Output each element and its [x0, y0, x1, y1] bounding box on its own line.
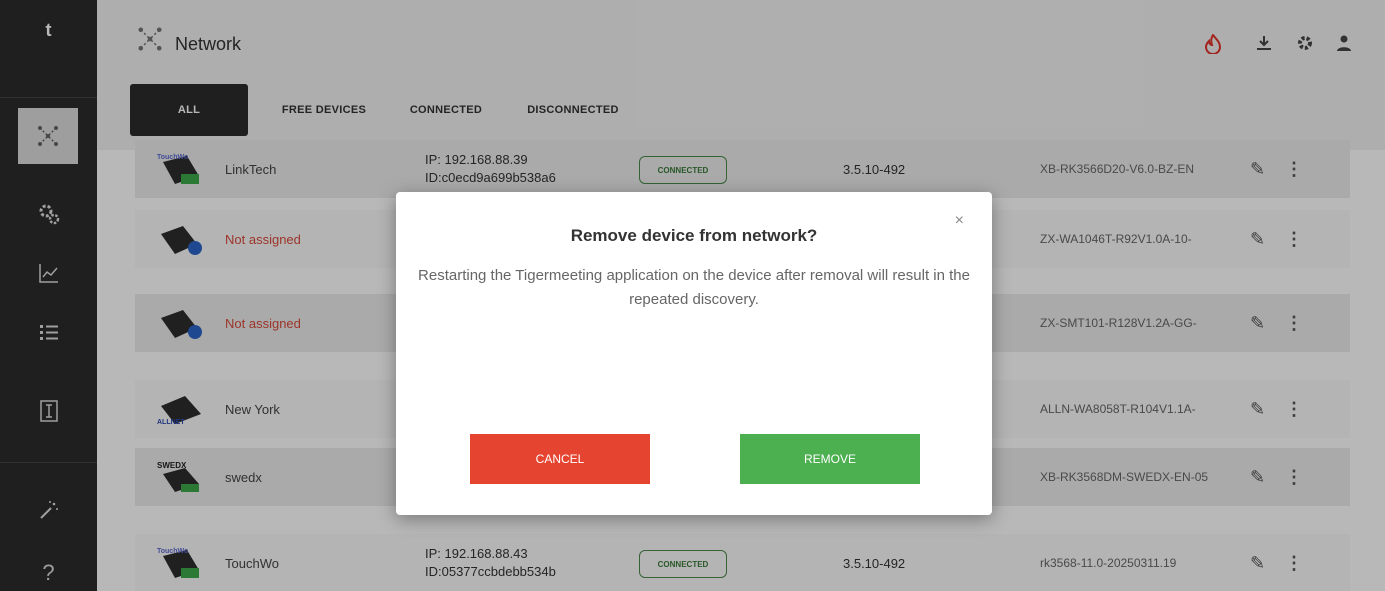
dialog-title: Remove device from network? — [570, 226, 818, 245]
remove-device-dialog: × Remove device from network? Restarting… — [396, 192, 992, 515]
cancel-button[interactable]: CANCEL — [470, 434, 650, 484]
dialog-message: Restarting the Tigermeeting application … — [418, 267, 970, 308]
remove-button[interactable]: REMOVE — [740, 434, 920, 484]
